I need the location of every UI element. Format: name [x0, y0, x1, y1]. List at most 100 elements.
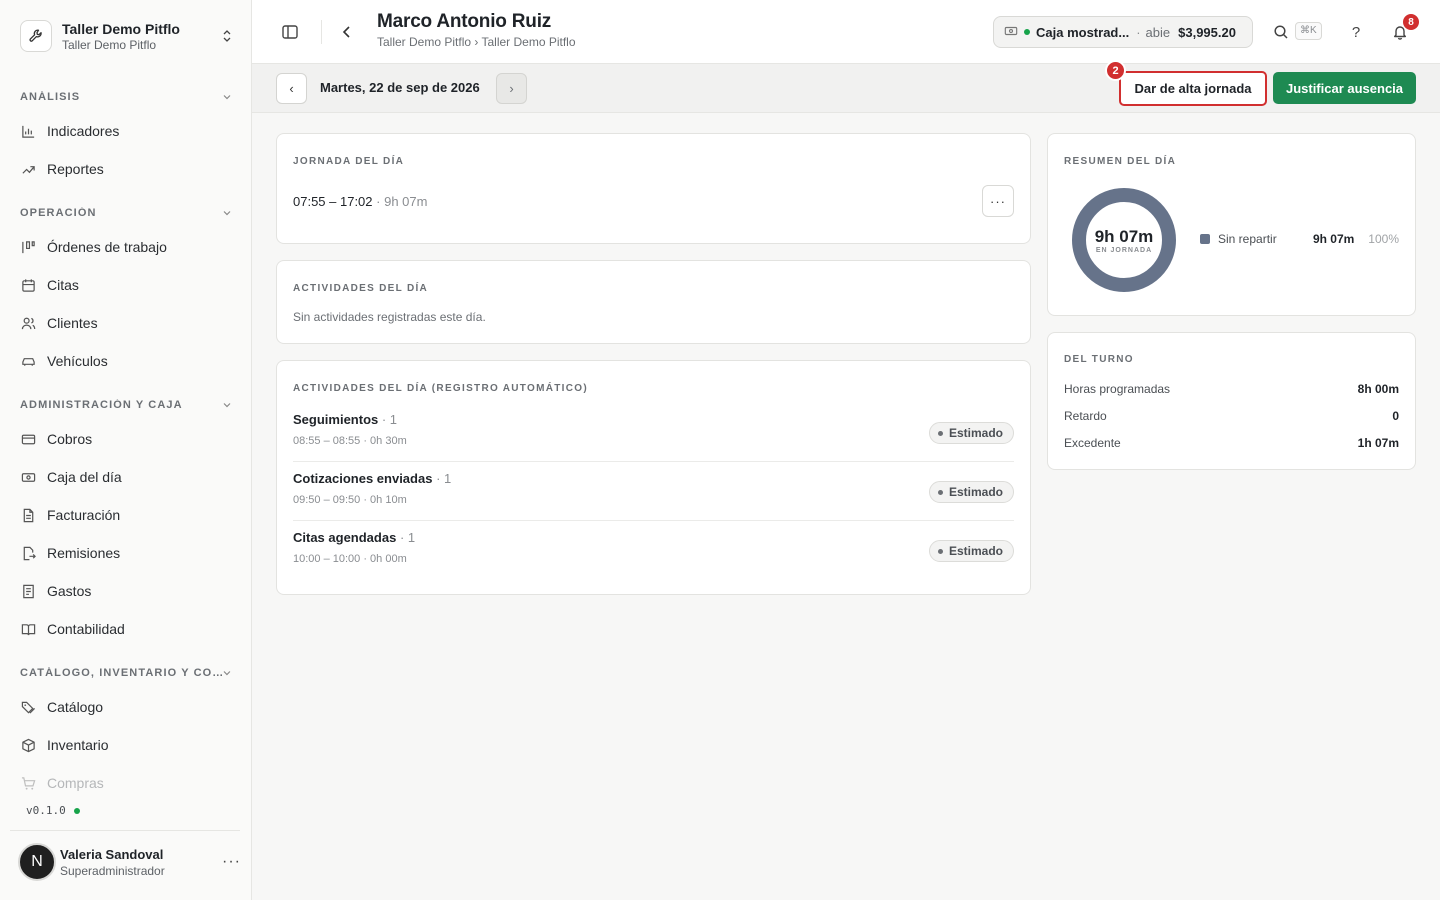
section-analisis[interactable]: ANÁLISIS — [20, 88, 232, 106]
sidebar-item-indicadores[interactable]: Indicadores — [20, 116, 232, 146]
user-name: Valeria Sandoval — [60, 846, 164, 862]
page-title: Marco Antonio Ruiz — [377, 11, 552, 32]
workday-separator: · — [372, 194, 385, 209]
section-administracion[interactable]: ADMINISTRACIÓN Y CAJA — [20, 396, 232, 414]
sidebar-item-gastos[interactable]: Gastos — [20, 576, 232, 606]
register-workday-label: Dar de alta jornada — [1134, 81, 1252, 96]
sidebar-item-vehiculos[interactable]: Vehículos — [20, 346, 232, 376]
sidebar-item-citas[interactable]: Citas — [20, 270, 232, 300]
sidebar-item-compras[interactable]: Compras — [20, 768, 232, 798]
workspace-subtitle: Taller Demo Pitflo — [62, 37, 157, 52]
sidebar-item-label: Remisiones — [47, 545, 121, 561]
donut-value: 9h 07m — [1094, 226, 1154, 246]
shift-row: Excedente 1h 07m — [1064, 436, 1399, 450]
sidebar-item-remisiones[interactable]: Remisiones — [20, 538, 232, 568]
day-summary-card: RESUMEN DEL DÍA 9h 07m EN JORNADA Sin re… — [1047, 133, 1416, 316]
activity-time: 10:00 – 10:00 · 0h 00m — [293, 553, 407, 565]
sidebar-item-label: Inventario — [47, 737, 109, 753]
shift-label: Horas programadas — [1064, 382, 1171, 396]
sidebar-item-label: Cobros — [47, 431, 93, 447]
register-workday-button[interactable]: Dar de alta jornada — [1119, 71, 1267, 106]
notification-count-badge: 8 — [1403, 14, 1419, 30]
back-chevron-icon[interactable] — [335, 20, 359, 44]
shift-label: Retardo — [1064, 409, 1107, 423]
donut-label: EN JORNADA — [1095, 246, 1153, 254]
banknote-icon — [20, 469, 36, 485]
sidebar: Taller Demo Pitflo Taller Demo Pitflo AN… — [0, 0, 252, 900]
card-heading: ACTIVIDADES DEL DÍA — [293, 283, 429, 294]
activity-count: · 1 — [396, 530, 416, 545]
badge-dot — [937, 489, 943, 495]
activity-row: Seguimientos · 1 08:55 – 08:55 · 0h 30m … — [293, 403, 1014, 462]
badge-dot — [937, 548, 943, 554]
section-operacion[interactable]: OPERACIÓN — [20, 204, 232, 222]
date-navigation-bar: ‹ Martes, 22 de sep de 2026 › Dar de alt… — [252, 60, 1440, 113]
kanban-icon — [20, 239, 36, 255]
sidebar-item-label: Indicadores — [47, 123, 120, 139]
shopping-cart-icon — [20, 775, 36, 791]
activity-count: · 1 — [378, 412, 398, 427]
legend-value: 9h 07m — [1312, 232, 1355, 246]
section-label: OPERACIÓN — [20, 207, 97, 219]
next-day-button[interactable]: › — [496, 73, 527, 104]
sidebar-item-label: Contabilidad — [47, 621, 125, 637]
chart-legend: Sin repartir 9h 07m 100% — [1200, 232, 1399, 246]
tags-icon — [20, 699, 36, 715]
user-menu[interactable]: N Valeria Sandoval Superadministrador ··… — [18, 842, 240, 882]
card-heading: ACTIVIDADES DEL DÍA (REGISTRO AUTOMÁTICO… — [293, 383, 588, 394]
workspace-switcher[interactable]: Taller Demo Pitflo Taller Demo Pitflo — [20, 18, 234, 54]
status-dot — [1024, 29, 1030, 35]
card-heading: DEL TURNO — [1064, 354, 1134, 365]
sidebar-item-clientes[interactable]: Clientes — [20, 308, 232, 338]
sidebar-item-contabilidad[interactable]: Contabilidad — [20, 614, 232, 644]
sidebar-item-catalogo[interactable]: Catálogo — [20, 692, 232, 722]
sidebar-item-label: Citas — [47, 277, 79, 293]
activity-count: · 1 — [432, 471, 452, 486]
cash-register-selector[interactable]: Caja mostrad... · abie $3,995.20 — [993, 16, 1253, 48]
shift-value: 0 — [1392, 409, 1399, 423]
sidebar-item-inventario[interactable]: Inventario — [20, 730, 232, 760]
workday-range: 07:55 – 17:02 — [293, 194, 373, 209]
workday-card: JORNADA DEL DÍA 07:55 – 17:02 · 9h 07m ·… — [276, 133, 1031, 244]
card-heading: RESUMEN DEL DÍA — [1064, 156, 1177, 167]
credit-card-icon — [20, 431, 36, 447]
donut-chart: 9h 07m EN JORNADA — [1070, 186, 1178, 294]
sidebar-toggle-icon[interactable] — [278, 20, 302, 44]
sidebar-item-caja[interactable]: Caja del día — [20, 462, 232, 492]
cash-register-name: Caja mostrad... — [1036, 24, 1130, 40]
cash-amount: $3,995.20 — [1178, 24, 1236, 40]
sidebar-item-ordenes[interactable]: Órdenes de trabajo — [20, 232, 232, 262]
sidebar-item-label: Reportes — [47, 161, 104, 177]
sidebar-item-cobros[interactable]: Cobros — [20, 424, 232, 454]
prev-day-button[interactable]: ‹ — [276, 73, 307, 104]
sidebar-item-label: Clientes — [47, 315, 98, 331]
help-icon[interactable]: ? — [1344, 20, 1368, 44]
banknote-icon — [1004, 24, 1018, 41]
breadcrumb[interactable]: Taller Demo Pitflo › Taller Demo Pitflo — [377, 35, 576, 49]
activity-row: Cotizaciones enviadas · 1 09:50 – 09:50 … — [293, 462, 1014, 521]
activity-time: 08:55 – 08:55 · 0h 30m — [293, 435, 407, 447]
status-dot — [73, 807, 80, 814]
search-icon[interactable] — [1269, 20, 1293, 44]
activities-card: ACTIVIDADES DEL DÍA Sin actividades regi… — [276, 260, 1031, 344]
step-badge: 2 — [1105, 60, 1126, 81]
avatar: N — [18, 843, 56, 881]
card-heading: JORNADA DEL DÍA — [293, 156, 405, 167]
workday-time: 07:55 – 17:02 · 9h 07m — [293, 194, 427, 209]
section-catalogo[interactable]: CATÁLOGO, INVENTARIO Y CO… — [20, 664, 232, 682]
sidebar-item-facturacion[interactable]: Facturación — [20, 500, 232, 530]
badge-label: Estimado — [948, 485, 1003, 499]
sidebar-item-label: Compras — [47, 775, 104, 791]
wrench-icon — [20, 20, 52, 52]
topbar: Marco Antonio Ruiz Taller Demo Pitflo › … — [252, 0, 1440, 64]
car-icon — [20, 353, 36, 369]
cash-status: abie — [1145, 24, 1171, 40]
more-horizontal-icon[interactable]: ··· — [222, 853, 240, 871]
sidebar-item-reportes[interactable]: Reportes — [20, 154, 232, 184]
workday-more-button[interactable]: ··· — [982, 185, 1014, 217]
legend-percent: 100% — [1368, 232, 1399, 246]
status-badge: Estimado — [928, 422, 1014, 444]
sidebar-item-label: Facturación — [47, 507, 121, 523]
user-role: Superadministrador — [60, 863, 165, 878]
justify-absence-button[interactable]: Justificar ausencia — [1273, 72, 1416, 104]
